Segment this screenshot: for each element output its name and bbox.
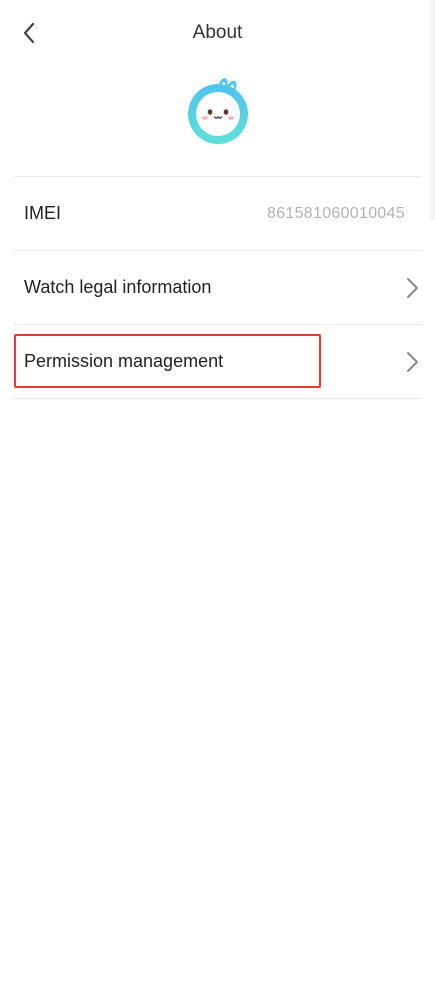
page-title: About bbox=[192, 22, 243, 43]
watch-legal-information-label: Watch legal information bbox=[24, 277, 212, 297]
imei-label: IMEI bbox=[24, 203, 62, 223]
chevron-right-icon bbox=[407, 352, 418, 372]
divider bbox=[14, 398, 422, 399]
header-bar: About bbox=[0, 0, 435, 66]
bunny-mascot-logo-icon bbox=[188, 78, 248, 144]
imei-value: 861581060010045 bbox=[267, 204, 405, 222]
list-item-permission-management[interactable]: Permission management bbox=[14, 325, 422, 398]
settings-list: IMEI 861581060010045 Watch legal informa… bbox=[14, 176, 422, 399]
edge-shadow bbox=[427, 0, 435, 220]
list-item-imei: IMEI 861581060010045 bbox=[14, 177, 422, 250]
list-item-watch-legal-information[interactable]: Watch legal information bbox=[14, 251, 422, 324]
app-logo bbox=[183, 76, 253, 146]
chevron-right-icon bbox=[407, 278, 418, 298]
permission-management-label: Permission management bbox=[24, 351, 224, 371]
